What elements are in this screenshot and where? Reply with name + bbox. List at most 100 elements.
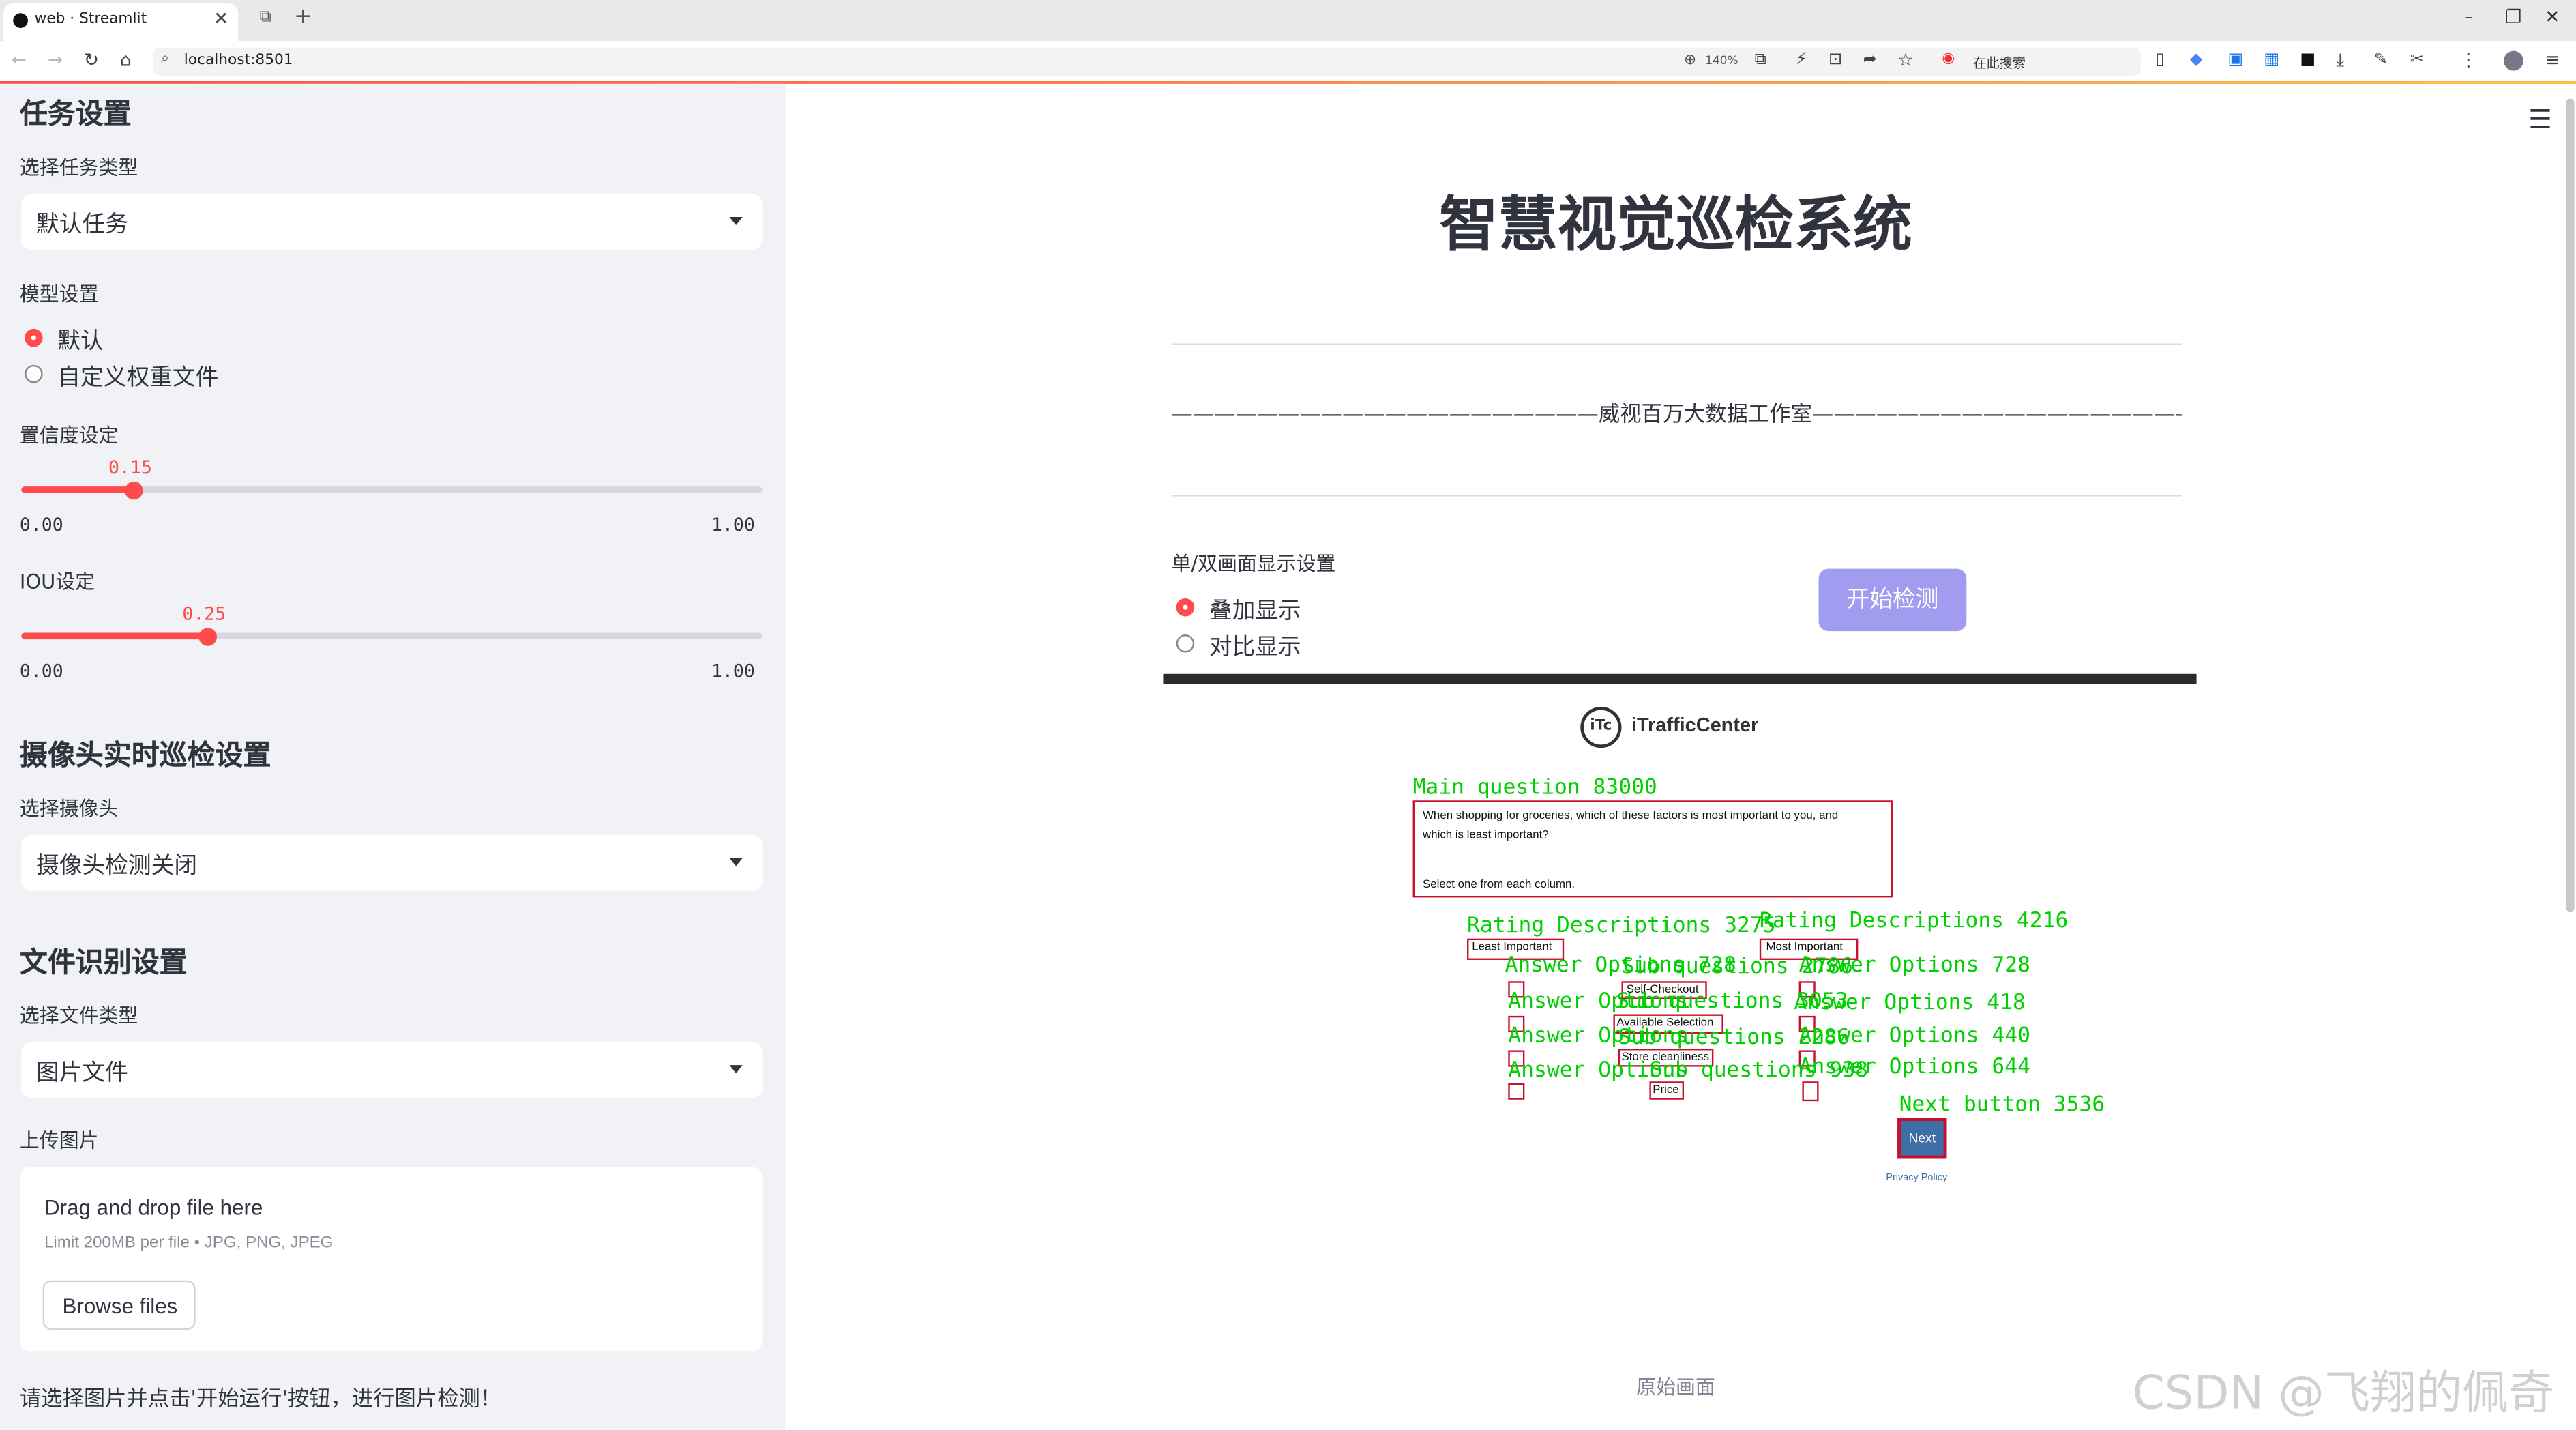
logo-text: iTrafficCenter: [1631, 713, 1759, 737]
confidence-slider-thumb[interactable]: [124, 481, 143, 500]
edit-icon[interactable]: ✎: [2374, 51, 2388, 70]
tab-overview-icon[interactable]: ⧉: [260, 8, 271, 27]
radio-model-default-label[interactable]: 默认: [57, 324, 103, 357]
minimize-icon[interactable]: –: [2464, 7, 2473, 28]
zoom-icon: ⊕: [1684, 53, 1697, 70]
display-mode-label: 单/双画面显示设置: [1171, 552, 1336, 576]
iou-value: 0.25: [182, 603, 226, 625]
det-box-answer-l4: [1508, 1083, 1525, 1100]
model-label: 模型设置: [19, 282, 99, 306]
csdn-watermark: CSDN @飞翔的佩奇: [2132, 1366, 2555, 1420]
url-text[interactable]: localhost:8501: [184, 53, 293, 69]
det-label-answer-r2: Answer Options 418: [1794, 991, 2026, 1016]
radio-model-custom-label[interactable]: 自定义权重文件: [57, 360, 218, 393]
download-icon[interactable]: ⤓: [2336, 49, 2344, 72]
camera-section-title: 摄像头实时巡检设置: [19, 740, 271, 773]
window-close-icon[interactable]: ✕: [2545, 7, 2560, 28]
confidence-label: 置信度设定: [19, 424, 119, 448]
extension-diamond-icon[interactable]: ◆: [2190, 51, 2203, 70]
hamburger-menu-icon[interactable]: ☰: [2528, 104, 2552, 135]
browse-files-button[interactable]: Browse files: [42, 1280, 196, 1330]
browser-menu-icon[interactable]: ≡: [2545, 49, 2560, 70]
chevron-down-icon: [729, 217, 743, 226]
file-type-select[interactable]: 图片文件: [21, 1042, 763, 1098]
det-box-answer-r4: [1802, 1081, 1819, 1102]
camera-value: 摄像头检测关闭: [35, 853, 198, 879]
main-scrollbar[interactable]: [2566, 98, 2575, 913]
camera-label: 选择摄像头: [19, 797, 119, 821]
zoom-level[interactable]: 140%: [1705, 55, 1738, 68]
det-label-rating-left: Rating Descriptions 3275: [1467, 914, 1776, 939]
question-line-1: When shopping for groceries, which of th…: [1423, 810, 1839, 822]
iou-label: IOU设定: [19, 570, 95, 594]
det-label-main-question: Main question 83000: [1412, 776, 1657, 801]
divider-top: [1171, 343, 2182, 345]
search-engine-icon[interactable]: ◉: [1942, 51, 1955, 68]
favorite-star-icon[interactable]: ☆: [1897, 49, 1914, 70]
translate-icon[interactable]: ⧉: [1755, 51, 1766, 70]
task-type-value: 默认任务: [35, 211, 128, 239]
privacy-policy-link: Privacy Policy: [1886, 1173, 1948, 1184]
iou-max: 1.00: [711, 660, 755, 682]
extension-dark-icon[interactable]: ■: [2300, 51, 2315, 70]
confidence-slider-fill: [21, 486, 133, 493]
search-icon: ⌕: [161, 50, 170, 68]
image-caption: 原始画面: [1636, 1375, 1715, 1399]
radio-overlay-label[interactable]: 叠加显示: [1209, 594, 1301, 626]
confidence-value: 0.15: [108, 456, 152, 479]
det-label-next-button: Next button 3536: [1899, 1093, 2105, 1118]
upload-hint: 请选择图片并点击'开始运行'按钮，进行图片检测！: [19, 1387, 502, 1412]
share-icon[interactable]: ➦: [1863, 51, 1877, 70]
column-least-important: Least Important: [1472, 942, 1552, 954]
question-line-2: which is least important?: [1423, 830, 1549, 842]
det-label-rating-right: Rating Descriptions 4216: [1759, 909, 2069, 934]
divider-bottom: [1171, 495, 2182, 497]
radio-compare[interactable]: [1176, 634, 1195, 653]
radio-model-custom[interactable]: [25, 364, 43, 383]
task-section-title: 任务设置: [19, 98, 132, 132]
iou-slider-thumb[interactable]: [198, 628, 217, 646]
scissors-icon[interactable]: ✂: [2410, 51, 2424, 70]
reload-icon[interactable]: ↻: [84, 49, 99, 70]
radio-model-default[interactable]: [25, 328, 43, 347]
detection-result-image: iTc iTrafficCenter Main question 83000 W…: [1163, 673, 2197, 1249]
extension-cube-icon[interactable]: ▣: [2227, 51, 2243, 70]
camera-select[interactable]: 摄像头检测关闭: [21, 834, 763, 891]
browser-tab-bar: [0, 0, 2576, 42]
back-icon[interactable]: ←: [12, 49, 27, 70]
tab-title: web · Streamlit: [34, 11, 147, 28]
maximize-icon[interactable]: ❐: [2505, 7, 2521, 28]
question-line-3: Select one from each column.: [1423, 879, 1575, 891]
iou-min: 0.00: [19, 660, 63, 682]
chevron-down-icon: [729, 1065, 743, 1074]
dropzone-limit: Limit 200MB per file • JPG, PNG, JPEG: [44, 1234, 334, 1253]
profile-avatar[interactable]: [2504, 50, 2523, 71]
dropzone-text: Drag and drop file here: [44, 1195, 263, 1220]
address-bar[interactable]: [153, 47, 2141, 76]
browse-files-label: Browse files: [62, 1294, 178, 1319]
forward-icon[interactable]: →: [48, 49, 63, 70]
confidence-max: 1.00: [711, 514, 755, 536]
image-top-strip: [1163, 673, 2197, 684]
browser-tab[interactable]: web · Streamlit ✕: [3, 3, 239, 42]
det-label-answer-r3: Answer Options 440: [1798, 1023, 2031, 1049]
phone-icon[interactable]: ▯: [2155, 51, 2164, 70]
more-menu-icon[interactable]: ⋮: [2459, 49, 2477, 70]
lightning-icon[interactable]: ⚡: [1796, 51, 1807, 70]
screenshot-icon[interactable]: ⊡: [1829, 51, 1842, 70]
streamlit-favicon-icon: [13, 13, 28, 28]
tab-close-icon[interactable]: ✕: [213, 8, 228, 29]
start-detection-button[interactable]: 开始检测: [1818, 568, 1967, 632]
extension-grid-icon[interactable]: ▦: [2264, 51, 2279, 70]
radio-compare-label[interactable]: 对比显示: [1209, 630, 1301, 662]
search-box[interactable]: 在此搜索: [1973, 55, 2026, 73]
confidence-min: 0.00: [19, 514, 63, 536]
radio-overlay[interactable]: [1176, 598, 1195, 617]
home-icon[interactable]: ⌂: [120, 49, 132, 70]
task-type-select[interactable]: 默认任务: [21, 194, 763, 250]
file-type-label: 选择文件类型: [19, 1004, 138, 1027]
column-most-important: Most Important: [1766, 942, 1843, 954]
itc-logo-icon: iTc: [1580, 706, 1622, 748]
new-tab-icon[interactable]: +: [294, 5, 312, 29]
chevron-down-icon: [729, 858, 743, 866]
